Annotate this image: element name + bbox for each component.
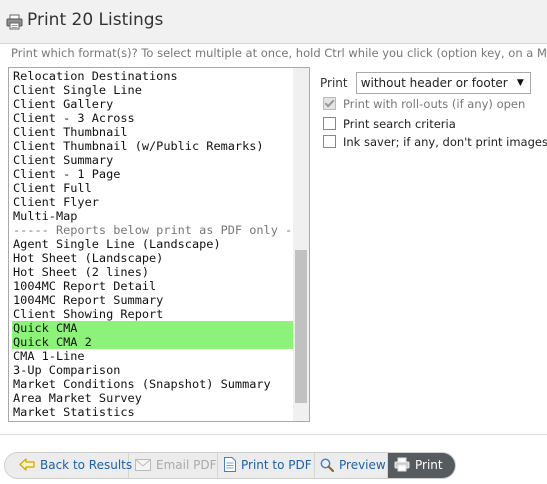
search-criteria-label: Print search criteria — [343, 117, 456, 131]
printer-icon — [6, 14, 23, 30]
list-item[interactable]: 3-Up Comparison — [12, 363, 309, 377]
list-item[interactable]: Agent Single Line (Landscape) — [12, 237, 309, 251]
list-separator[interactable]: ----- Reports below print as PDF only --… — [12, 223, 309, 237]
preview-label: Preview — [339, 458, 386, 472]
print-mode-value: without header or footer — [360, 76, 508, 90]
document-icon — [224, 457, 236, 472]
footer-divider — [0, 434, 547, 435]
back-to-results-button[interactable]: Back to Results — [5, 453, 133, 478]
list-item[interactable]: Market Conditions (Snapshot) Summary — [12, 377, 309, 391]
rollouts-checkbox[interactable] — [323, 97, 336, 110]
list-item[interactable]: Client Thumbnail — [12, 125, 309, 139]
printer-icon — [394, 457, 410, 472]
list-item[interactable]: Hot Sheet (Landscape) — [12, 251, 309, 265]
list-item[interactable]: Client - 3 Across — [12, 111, 309, 125]
format-listbox[interactable]: Relocation Destinations Client Single Lin… — [8, 67, 310, 422]
list-item[interactable]: Client Thumbnail (w/Public Remarks) — [12, 139, 309, 153]
magnifier-icon — [320, 458, 334, 472]
envelope-icon — [135, 458, 151, 471]
list-item[interactable]: Client Gallery — [12, 97, 309, 111]
list-item[interactable]: CMA 1-Line — [12, 349, 309, 363]
back-arrow-icon — [19, 458, 35, 471]
instructions-text: Print which format(s)? To select multipl… — [11, 46, 547, 60]
rollouts-label: Print with roll-outs (if any) open — [343, 97, 526, 111]
print-button[interactable]: Print — [388, 453, 455, 478]
dropdown-arrow-icon: ▼ — [516, 78, 524, 88]
print-to-pdf-button[interactable]: Print to PDF — [218, 453, 315, 478]
list-item[interactable]: Client - 1 Page — [12, 167, 309, 181]
back-to-results-label: Back to Results — [40, 458, 133, 472]
email-pdf-label: Email PDF — [156, 458, 217, 472]
preview-button[interactable]: Preview — [315, 453, 388, 478]
dialog-header: Print 20 Listings — [0, 0, 547, 44]
format-list[interactable]: Relocation Destinations Client Single Lin… — [12, 69, 309, 419]
list-item[interactable]: Market Statistics — [12, 405, 309, 419]
list-item[interactable]: Quick CMA 2 — [12, 335, 309, 349]
action-toolbar: Back to Results Email PDF Print to PDF P… — [4, 452, 456, 479]
list-item[interactable]: Relocation Destinations — [12, 69, 309, 83]
list-item[interactable]: 1004MC Report Summary — [12, 293, 309, 307]
list-item[interactable]: Area Market Survey — [12, 391, 309, 405]
scrollbar-thumb[interactable] — [295, 250, 307, 403]
ink-saver-label: Ink saver; if any, don't print images — [343, 135, 547, 149]
ink-saver-checkbox[interactable] — [323, 135, 336, 148]
print-mode-row: Print without header or footer ▼ — [320, 72, 531, 94]
list-item[interactable]: Hot Sheet (2 lines) — [12, 265, 309, 279]
print-mode-label: Print — [320, 76, 348, 90]
email-pdf-button[interactable]: Email PDF — [129, 453, 218, 478]
list-item[interactable]: 1004MC Report Detail — [12, 279, 309, 293]
list-item[interactable]: Client Showing Report — [12, 307, 309, 321]
dialog-title: Print 20 Listings — [27, 10, 164, 30]
ink-saver-option[interactable]: Ink saver; if any, don't print images — [323, 135, 547, 149]
search-criteria-option[interactable]: Print search criteria — [323, 117, 456, 131]
rollouts-option[interactable]: Print with roll-outs (if any) open — [323, 97, 525, 111]
list-item[interactable]: Client Flyer — [12, 195, 309, 209]
list-item[interactable]: Multi-Map — [12, 209, 309, 223]
list-item[interactable]: Client Summary — [12, 153, 309, 167]
list-item[interactable]: Client Single Line — [12, 83, 309, 97]
list-item[interactable]: Quick CMA — [12, 321, 309, 335]
search-criteria-checkbox[interactable] — [323, 117, 336, 130]
listbox-scrollbar[interactable] — [293, 68, 309, 421]
list-item[interactable]: Client Full — [12, 181, 309, 195]
print-to-pdf-label: Print to PDF — [241, 458, 312, 472]
print-mode-select[interactable]: without header or footer ▼ — [355, 72, 531, 94]
print-label: Print — [415, 458, 443, 472]
